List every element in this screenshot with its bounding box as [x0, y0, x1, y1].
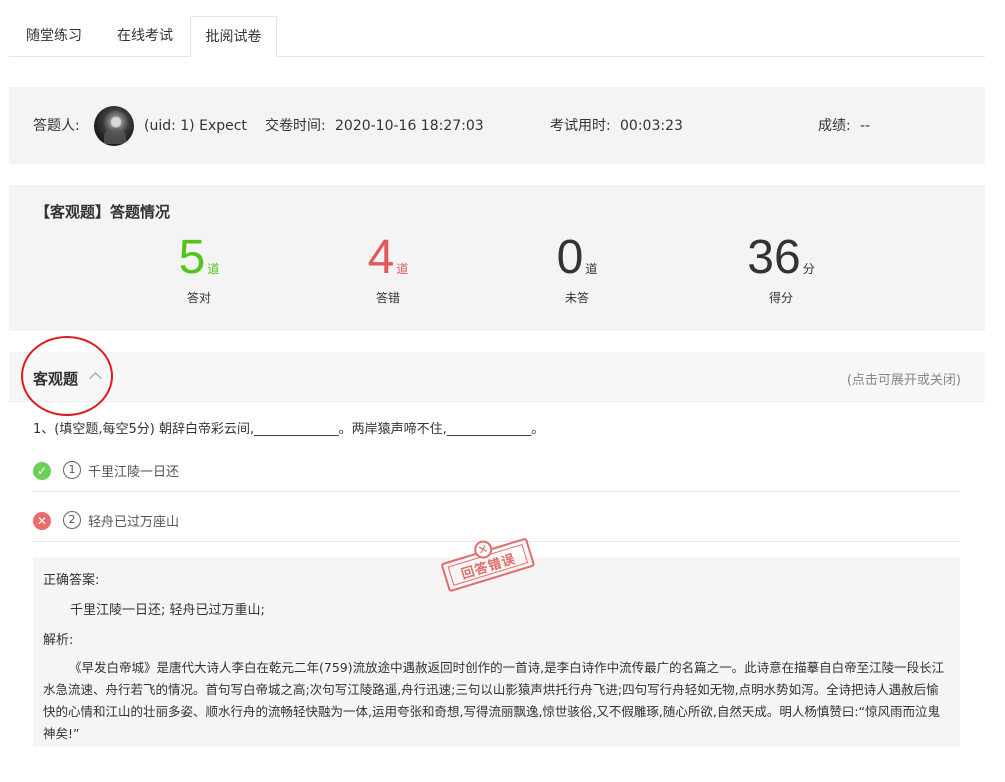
stat-score-caption: 得分: [768, 291, 793, 305]
question-text: 1、(填空题,每空5分) 朝辞白帝彩云间,_____________。两岸猿声啼…: [33, 422, 545, 437]
duration: 00:03:23: [620, 118, 683, 134]
answer-text: 轻舟已过万座山: [88, 515, 180, 530]
answer-index: 1: [63, 461, 81, 479]
stat-wrong-caption: 答错: [375, 291, 400, 305]
correct-answer-text: 千里江陵一日还; 轻舟已过万重山;: [70, 603, 265, 618]
examinee-name: (uid: 1) Expect: [144, 118, 247, 134]
stat-score-value: 36: [747, 231, 801, 284]
score-label: 成绩:: [818, 118, 851, 134]
cross-icon: ✕: [33, 512, 51, 530]
stat-unanswered: 0道 未答: [517, 231, 637, 306]
section-header[interactable]: 客观题 (点击可展开或关闭): [9, 352, 985, 402]
answer-index: 2: [63, 511, 81, 529]
annotation-circle: [21, 336, 113, 416]
stats-title: 【客观题】答题情况: [35, 203, 171, 221]
exam-info-bar: 答题人: (uid: 1) Expect 交卷时间: 2020-10-16 18…: [9, 87, 985, 164]
toggle-hint: (点击可展开或关闭): [846, 373, 961, 388]
analysis-label: 解析:: [43, 633, 74, 648]
stat-wrong-value: 4: [367, 231, 395, 284]
stat-unanswered-caption: 未答: [564, 291, 589, 305]
objective-stats-panel: 【客观题】答题情况 5道 答对 4道 答错 0道 未答 36 分 得分: [9, 185, 985, 331]
stat-wrong: 4道 答错: [328, 231, 448, 306]
avatar: [94, 106, 134, 146]
check-icon: ✓: [33, 462, 51, 480]
tab-review-papers[interactable]: 批阅试卷: [190, 16, 277, 57]
stat-unanswered-unit: 道: [585, 262, 598, 276]
duration-label: 考试用时:: [550, 118, 611, 134]
analysis-text: 《早发白帝城》是唐代大诗人李白在乾元二年(759)流放途中遇赦返回时创作的一首诗…: [43, 660, 945, 741]
stat-score: 36 分 得分: [721, 231, 841, 306]
answer-explanation-box: 正确答案: 千里江陵一日还; 轻舟已过万重山; 解析: 《早发白帝城》是唐代大诗…: [33, 557, 960, 747]
tab-online-exam[interactable]: 在线考试: [101, 16, 189, 57]
tab-bar: 随堂练习 在线考试 批阅试卷: [9, 16, 985, 57]
examinee-label: 答题人:: [33, 118, 80, 134]
stat-wrong-unit: 道: [396, 262, 409, 276]
stat-unanswered-value: 0: [556, 231, 584, 284]
correct-answer-label: 正确答案:: [43, 573, 100, 588]
stat-correct-caption: 答对: [186, 291, 211, 305]
answer-row: ✓ 1 千里江陵一日还: [33, 452, 960, 492]
submit-time: 2020-10-16 18:27:03: [335, 118, 484, 134]
submit-time-label: 交卷时间:: [265, 118, 326, 134]
stat-score-unit: 分: [802, 262, 815, 276]
answer-text: 千里江陵一日还: [88, 465, 180, 480]
score-value: --: [860, 118, 871, 134]
stat-correct-value: 5: [178, 231, 206, 284]
tab-practice[interactable]: 随堂练习: [9, 16, 99, 57]
stat-correct-unit: 道: [207, 262, 220, 276]
objective-section: 客观题 (点击可展开或关闭) 1、(填空题,每空5分) 朝辞白帝彩云间,____…: [9, 336, 985, 782]
stat-correct: 5道 答对: [139, 231, 259, 306]
